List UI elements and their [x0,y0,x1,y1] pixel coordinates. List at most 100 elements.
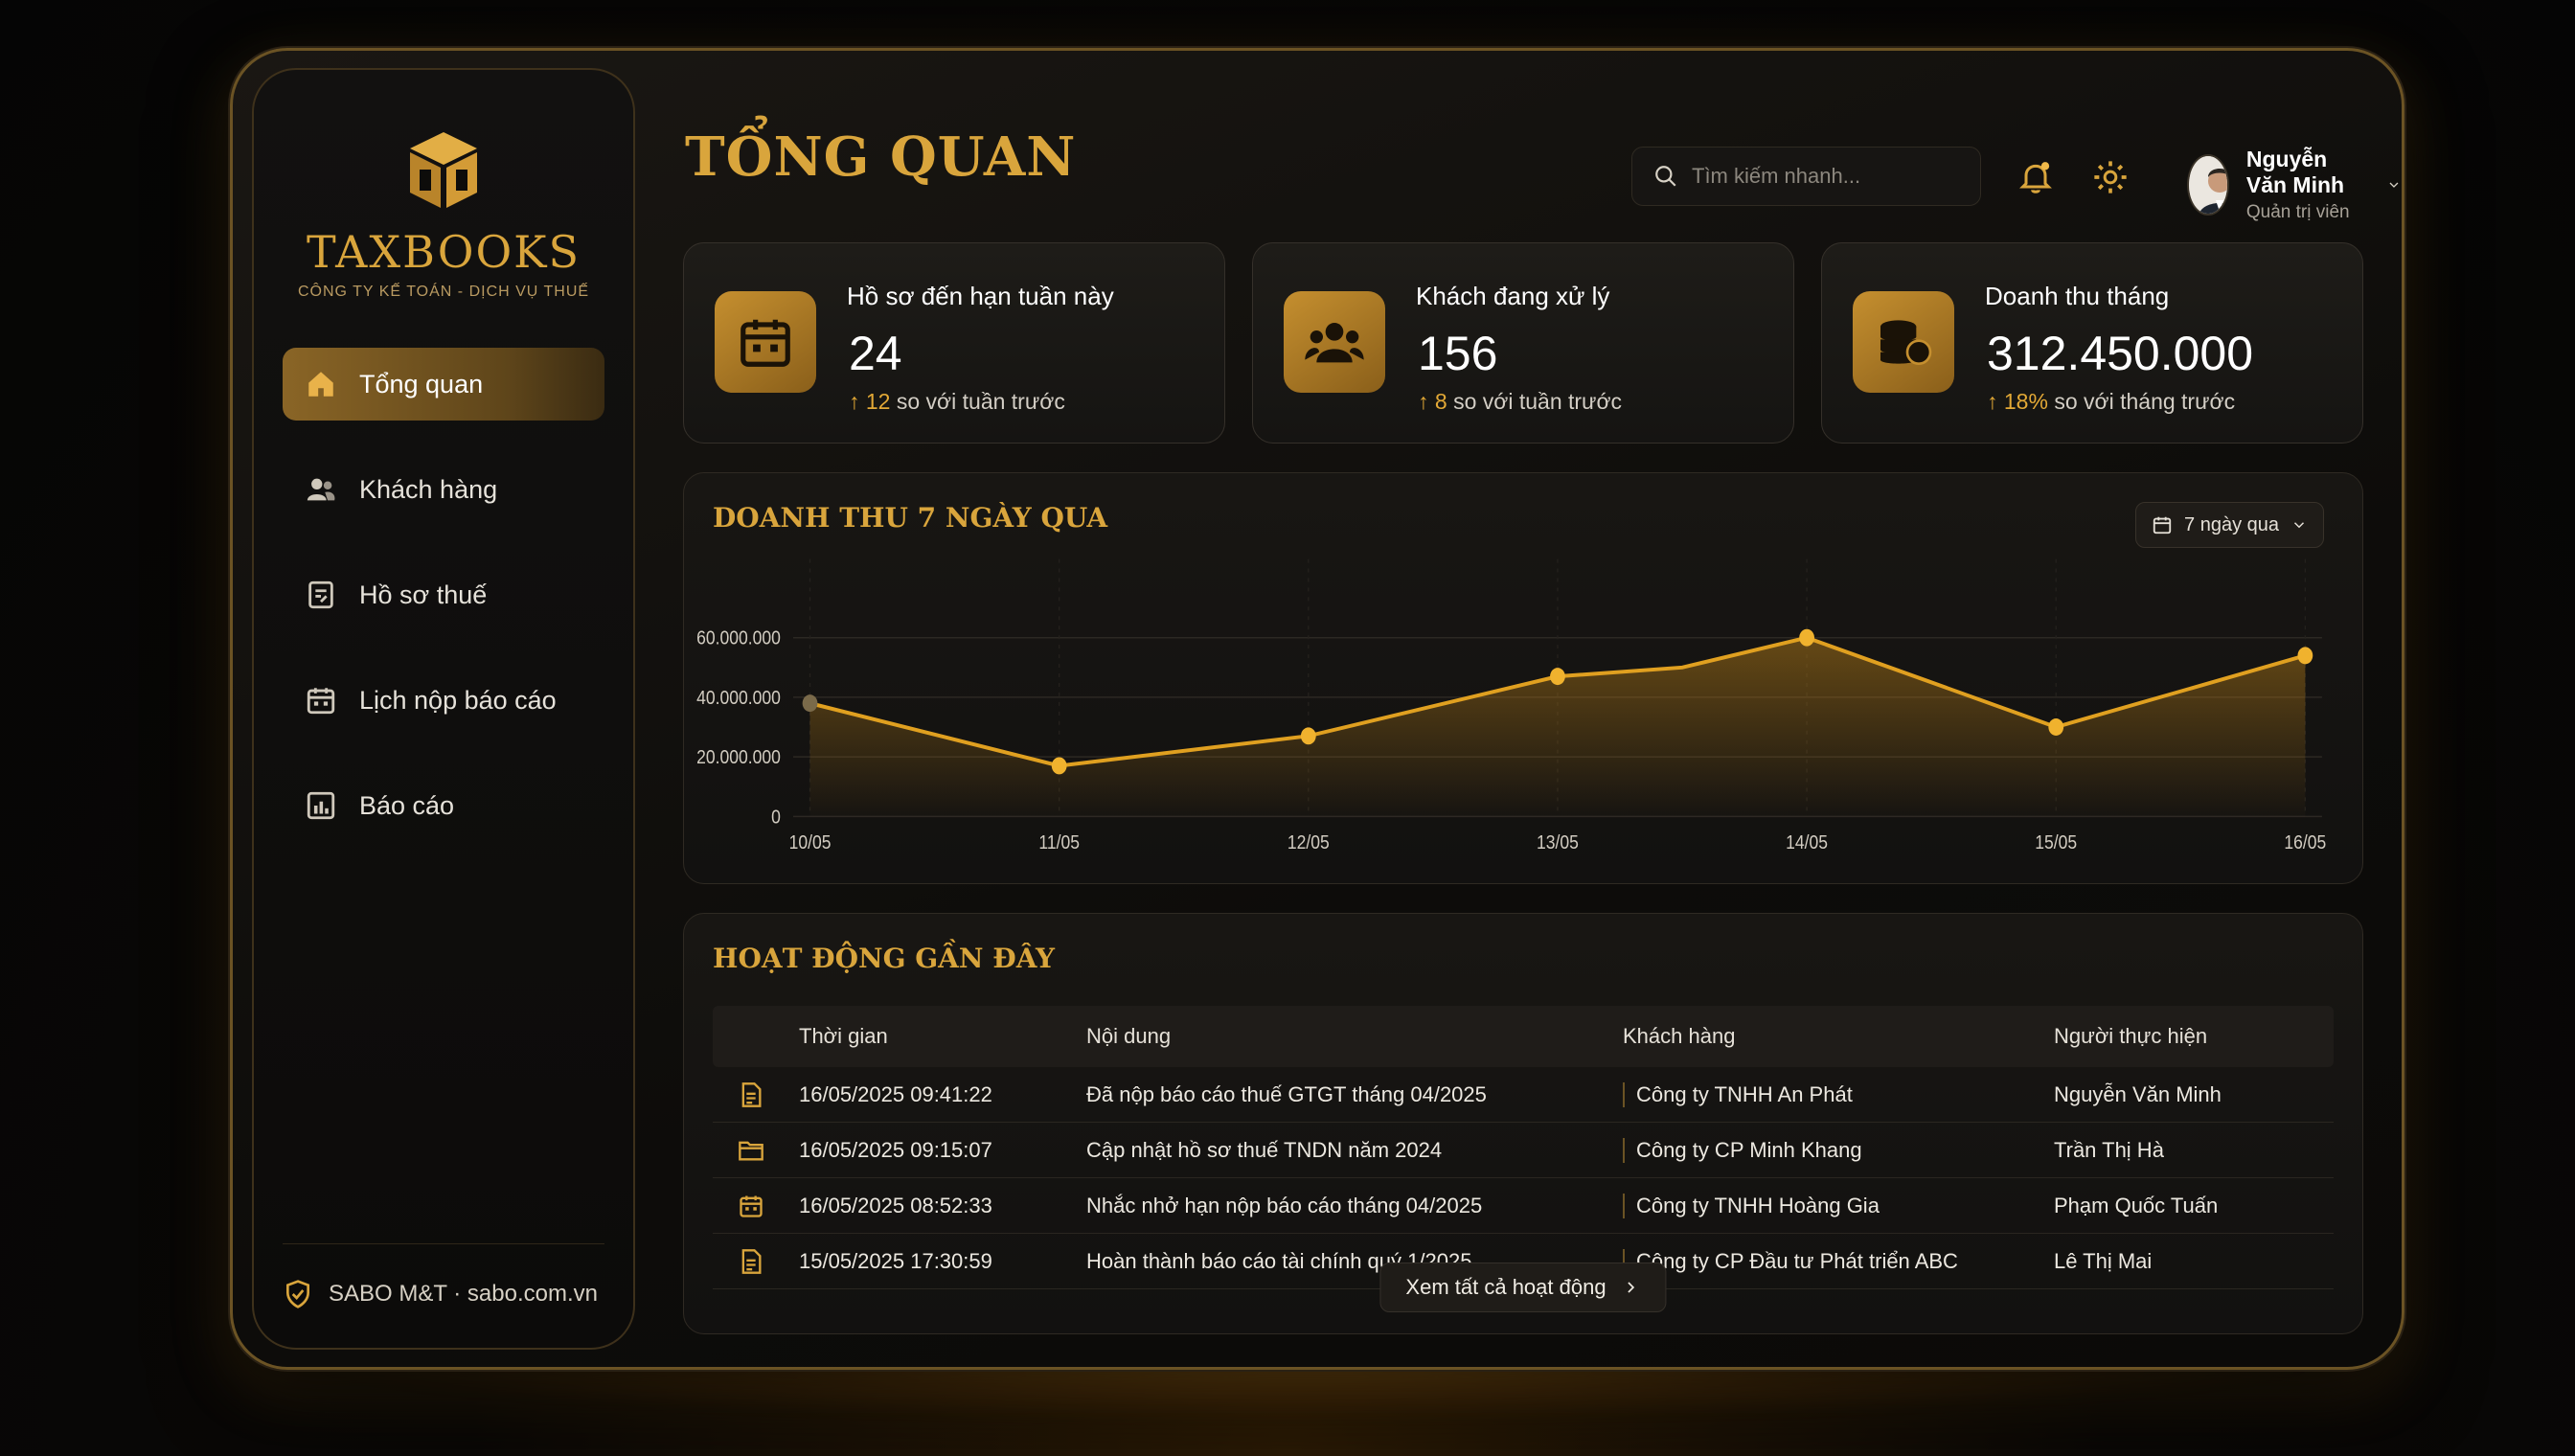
row-user: Trần Thị Hà [2054,1137,2164,1162]
see-all-label: Xem tất cả hoạt động [1405,1275,1607,1299]
sidebar-item-reports[interactable]: Báo cáo [283,769,604,842]
activity-title: HOẠT ĐỘNG GẦN ĐÂY [713,943,1056,974]
row-customer: Công ty TNHH An Phát [1623,1081,2054,1107]
sidebar-item-label: Tổng quan [359,369,484,398]
row-customer: Công ty CP Minh Khang [1623,1137,2054,1163]
calendar-icon [304,683,338,717]
chevron-down-icon [2389,182,2399,188]
sidebar-item-label: Báo cáo [359,790,455,820]
data-point [2297,647,2313,665]
table-row[interactable]: 16/05/2025 09:41:22 Đã nộp báo cáo thuế … [713,1067,2334,1123]
page-title: TỔNG QUAN [685,125,1077,189]
tax-file-icon [304,578,338,612]
x-tick-label: 16/05 [2284,831,2326,853]
see-all-activity-button[interactable]: Xem tất cả hoạt động [1379,1263,1667,1312]
settings-button[interactable] [2089,156,2131,198]
calendar-icon [713,1193,799,1219]
stat-card-due-files[interactable]: Hồ sơ đến hạn tuần này 24 ↑ 12 so với tu… [683,242,1225,444]
app-window: TAXBOOKS CÔNG TY KẾ TOÁN - DỊCH VỤ THUẾ … [230,48,2404,1370]
sidebar-nav: Tổng quan Khách hàng Hồ sơ thuế Lịch nộp… [283,348,604,875]
user-menu[interactable]: Nguyễn Văn Minh Quản trị viên [2187,147,2402,223]
main-content: TỔNG QUAN Nguyễn Văn Minh Quản trị viên [673,51,2402,1367]
chevron-down-icon [2293,522,2305,529]
users-icon [1284,291,1385,393]
home-icon [304,367,338,401]
x-tick-label: 11/05 [1038,831,1080,853]
avatar [2187,154,2229,216]
coins-icon [1853,291,1954,393]
delta-text: so với tuần trước [890,389,1065,414]
cube-logo-icon [410,132,477,208]
row-content: Nhắc nhở hạn nộp báo cáo tháng 04/2025 [1086,1193,1483,1217]
row-customer: Công ty TNHH Hoàng Gia [1623,1193,2054,1218]
stat-card-revenue[interactable]: Doanh thu tháng 312.450.000 ↑ 18% so với… [1821,242,2363,444]
chart-title: DOANH THU 7 NGÀY QUA [713,502,1108,534]
row-time: 16/05/2025 09:41:22 [799,1081,992,1106]
x-tick-label: 12/05 [1288,831,1330,853]
data-point [802,694,818,713]
card-delta: ↑ 8 so với tuần trước [1418,389,1622,415]
table-row[interactable]: 16/05/2025 09:15:07 Cập nhật hồ sơ thuế … [713,1123,2334,1178]
data-point [1051,757,1067,775]
row-content: Đã nộp báo cáo thuế GTGT tháng 04/2025 [1086,1081,1487,1106]
search-input[interactable] [1692,164,1960,189]
column-header-time[interactable]: Thời gian [799,1024,1086,1049]
x-tick-label: 13/05 [1537,831,1579,853]
row-time: 16/05/2025 09:15:07 [799,1137,992,1162]
table-header: Thời gian Nội dung Khách hàng Người thực… [713,1006,2334,1067]
sidebar-item-label: Hồ sơ thuế [359,580,488,609]
y-tick-label: 0 [771,806,781,827]
card-value: 24 [849,327,902,380]
column-header-user[interactable]: Người thực hiện [2054,1024,2334,1049]
card-label: Khách đang xử lý [1416,282,1610,310]
delta-text: so với tuần trước [1447,389,1623,414]
arrow-up-icon: ↑ [1418,389,1435,414]
table-row[interactable]: 16/05/2025 08:52:33 Nhắc nhở hạn nộp báo… [713,1178,2334,1234]
data-point [1550,668,1565,686]
column-header-content[interactable]: Nội dung [1086,1024,1623,1049]
delta-value: 18% [2003,389,2048,414]
revenue-chart: 0 20.000.000 40.000.000 60.000.000 10/05 11/0… [696,558,2326,853]
sidebar: TAXBOOKS CÔNG TY KẾ TOÁN - DỊCH VỤ THUẾ … [252,68,635,1350]
x-tick-label: 14/05 [1786,831,1828,853]
x-tick-label: 15/05 [2035,831,2077,853]
notification-button[interactable] [2015,156,2057,198]
shield-icon [286,1280,309,1308]
sidebar-item-overview[interactable]: Tổng quan [283,348,604,421]
sidebar-item-customers[interactable]: Khách hàng [283,453,604,526]
sidebar-item-label: Lịch nộp báo cáo [359,685,557,715]
data-point [1300,727,1316,745]
date-range-select[interactable]: 7 ngày qua [2135,502,2324,548]
footer-credit[interactable]: SABO M&T · sabo.com.vn [329,1281,598,1308]
data-point [1799,628,1814,647]
arrow-up-icon: ↑ [1987,389,2004,414]
card-label: Hồ sơ đến hạn tuần này [847,282,1114,310]
brand-logo[interactable]: TAXBOOKS CÔNG TY KẾ TOÁN - DỊCH VỤ THUẾ [254,127,633,301]
sidebar-item-schedule[interactable]: Lịch nộp báo cáo [283,664,604,737]
x-tick-label: 10/05 [789,831,832,853]
sidebar-item-tax-files[interactable]: Hồ sơ thuế [283,558,604,631]
sidebar-footer: SABO M&T · sabo.com.vn [283,1243,604,1309]
bell-icon [2019,162,2052,193]
date-range-label: 7 ngày qua [2184,513,2279,535]
gear-icon [2094,161,2127,193]
search-box[interactable] [1631,147,1981,206]
card-delta: ↑ 18% so với tháng trước [1987,389,2235,415]
recent-activity-panel: HOẠT ĐỘNG GẦN ĐÂY Thời gian Nội dung Khá… [683,913,2363,1334]
column-header-customer[interactable]: Khách hàng [1623,1024,2054,1049]
row-content: Cập nhật hồ sơ thuế TNDN năm 2024 [1086,1137,1443,1162]
calendar-icon [2153,516,2172,535]
sidebar-item-label: Khách hàng [359,474,498,504]
y-tick-label: 40.000.000 [696,687,781,708]
card-value: 312.450.000 [1987,327,2254,380]
stat-card-customers[interactable]: Khách đang xử lý 156 ↑ 8 so với tuần trư… [1252,242,1794,444]
report-chart-icon [304,788,338,823]
delta-text: so với tháng trước [2047,389,2236,414]
row-time: 16/05/2025 08:52:33 [799,1193,992,1217]
user-name: Nguyễn Văn Minh [2245,147,2345,197]
document-icon [713,1081,799,1108]
brand-tagline: CÔNG TY KẾ TOÁN - DỊCH VỤ THUẾ [297,284,590,300]
card-delta: ↑ 12 so với tuần trước [849,389,1065,415]
user-role: Quản trị viên [2245,202,2350,222]
y-tick-label: 20.000.000 [696,746,781,767]
